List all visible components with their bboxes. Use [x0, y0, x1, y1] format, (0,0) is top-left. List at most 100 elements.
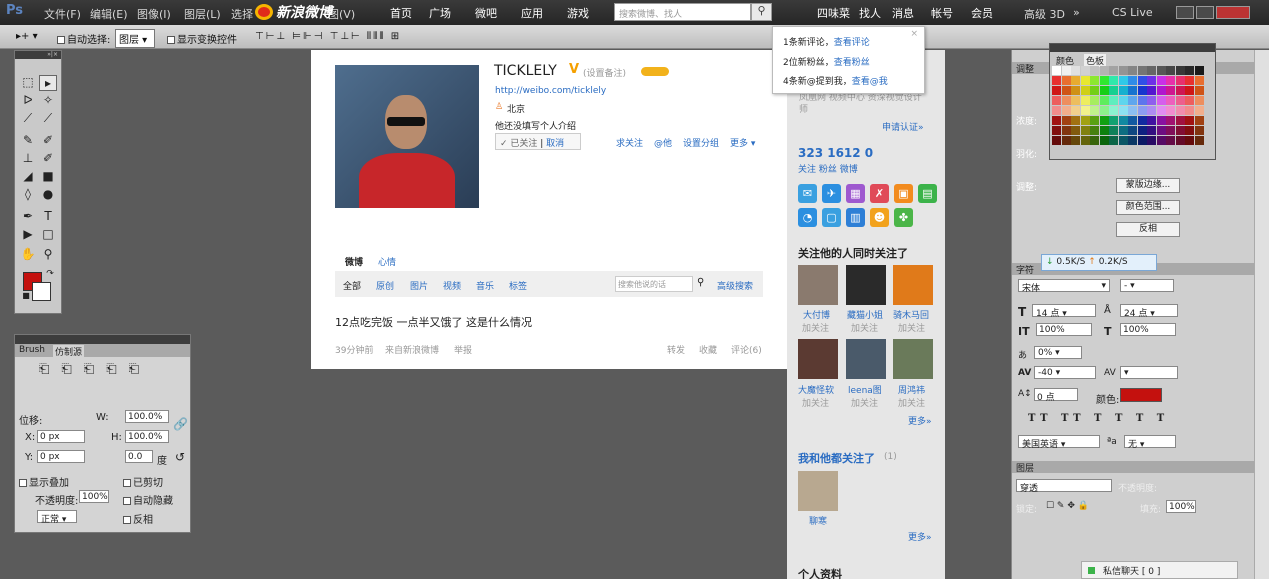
swatch-cell[interactable] — [1128, 76, 1137, 85]
post-source[interactable]: 来自新浪微博 — [385, 343, 439, 356]
swatch-cell[interactable] — [1137, 116, 1147, 125]
swatch-cell[interactable] — [1156, 106, 1166, 115]
swatch-cell[interactable] — [1185, 136, 1194, 145]
swatch-cell[interactable] — [1147, 116, 1156, 125]
autohide-checkbox[interactable]: 自动隐藏 — [123, 492, 173, 507]
profile-avatar[interactable] — [335, 65, 479, 208]
opacity-input[interactable]: 100% — [79, 490, 109, 503]
swatch-cell[interactable] — [1175, 76, 1185, 85]
user-avatar-5[interactable] — [846, 339, 886, 379]
user-avatar-2[interactable] — [846, 265, 886, 305]
brush-icon[interactable]: ✐ — [39, 133, 57, 149]
swatch-cell[interactable] — [1071, 86, 1080, 95]
dodge-icon[interactable]: ● — [39, 187, 57, 203]
menu-image[interactable]: 图像(I) — [137, 6, 171, 22]
swatch-cell[interactable] — [1128, 96, 1137, 105]
swatch-cell[interactable] — [1118, 86, 1128, 95]
view-comments-link[interactable]: 查看评论 — [834, 38, 870, 48]
swatch-cell[interactable] — [1061, 86, 1071, 95]
menu-select[interactable]: 选择 — [231, 6, 253, 22]
swatch-cell[interactable] — [1147, 66, 1156, 75]
tab-clone-source[interactable]: 仿制源 — [53, 345, 85, 358]
swatch-cell[interactable] — [1175, 66, 1185, 75]
swatch-cell[interactable] — [1137, 76, 1147, 85]
stamp-icon[interactable]: ⊥ — [19, 151, 37, 167]
swatch-grid[interactable] — [1052, 66, 1204, 146]
swatch-cell[interactable] — [1185, 106, 1194, 115]
swatch-cell[interactable] — [1090, 66, 1099, 75]
workspace-more[interactable]: » — [1073, 6, 1080, 19]
invert-button[interactable]: 反相 — [1116, 222, 1180, 237]
swatch-cell[interactable] — [1166, 106, 1175, 115]
swatch-cell[interactable] — [1166, 116, 1175, 125]
swatch-cell[interactable] — [1052, 126, 1061, 135]
transform-checkbox[interactable]: 显示变换控件 — [167, 31, 237, 46]
menu-view[interactable]: 图(V) — [328, 6, 355, 22]
path-select-icon[interactable]: ▶ — [19, 227, 37, 243]
horizontal-scale-input[interactable]: 100% — [1120, 323, 1176, 336]
swatch-cell[interactable] — [1128, 116, 1137, 125]
swatch-cell[interactable] — [1156, 126, 1166, 135]
swatch-cell[interactable] — [1109, 86, 1118, 95]
swatch-cell[interactable] — [1137, 136, 1147, 145]
swatch-cell[interactable] — [1090, 126, 1099, 135]
pen-icon[interactable]: ✒ — [19, 209, 37, 225]
h-input[interactable]: 100.0% — [125, 430, 169, 443]
swatch-cell[interactable] — [1185, 126, 1194, 135]
swatch-cell[interactable] — [1156, 76, 1166, 85]
move-icon[interactable]: ▸ — [39, 75, 57, 91]
swatch-cell[interactable] — [1166, 86, 1175, 95]
swatch-cell[interactable] — [1166, 136, 1175, 145]
swatch-cell[interactable] — [1071, 116, 1080, 125]
swatch-cell[interactable] — [1052, 66, 1061, 75]
close-notify-icon[interactable]: × — [910, 29, 918, 39]
swatch-cell[interactable] — [1080, 66, 1090, 75]
crop-icon[interactable]: ⟋ — [19, 111, 37, 127]
swatch-cell[interactable] — [1061, 106, 1071, 115]
y-input[interactable]: 0 px — [37, 450, 85, 463]
swatch-cell[interactable] — [1061, 96, 1071, 105]
w-input[interactable]: 100.0% — [125, 410, 169, 423]
minimize-icon[interactable] — [1176, 6, 1194, 19]
swatch-cell[interactable] — [1118, 106, 1128, 115]
swatch-cell[interactable] — [1118, 66, 1128, 75]
app-icon-8[interactable]: ▢ — [822, 208, 841, 227]
blur-icon[interactable]: ◊ — [19, 187, 37, 203]
swatch-cell[interactable] — [1080, 126, 1090, 135]
cslive-button[interactable]: CS Live — [1112, 6, 1153, 19]
nav-account[interactable]: 帐号 — [931, 5, 953, 21]
swatch-cell[interactable] — [1166, 126, 1175, 135]
more-link-1[interactable]: 更多» — [908, 414, 932, 427]
tab-weibo[interactable]: 微博 — [345, 255, 363, 268]
page-scrollbar[interactable] — [1254, 50, 1269, 579]
profile-url[interactable]: http://weibo.com/ticklely — [495, 86, 606, 96]
swatch-cell[interactable] — [1099, 76, 1109, 85]
report-link[interactable]: 举报 — [454, 343, 472, 356]
invert-checkbox[interactable]: 反相 — [123, 511, 153, 526]
swatch-cell[interactable] — [1175, 126, 1185, 135]
favorite-link[interactable]: 收藏 — [699, 343, 717, 356]
user-name-4[interactable]: 大魔怪软 — [798, 383, 834, 396]
app-icon-9[interactable]: ▥ — [846, 208, 865, 227]
swatch-cell[interactable] — [1118, 96, 1128, 105]
font-family-dropdown[interactable]: 宋体 ▾ — [1018, 279, 1110, 294]
follow-stats-labels[interactable]: 关注 粉丝 微博 — [798, 162, 858, 175]
app-icon-5[interactable]: ▣ — [894, 184, 913, 203]
tsume-input[interactable]: 0% ▾ — [1034, 346, 1082, 359]
swatch-cell[interactable] — [1185, 66, 1194, 75]
app-icon-7[interactable]: ◔ — [798, 208, 817, 227]
swatch-cell[interactable] — [1194, 86, 1204, 95]
swatch-cell[interactable] — [1090, 96, 1099, 105]
swatch-cell[interactable] — [1061, 136, 1071, 145]
swatch-cell[interactable] — [1099, 86, 1109, 95]
swatch-cell[interactable] — [1137, 126, 1147, 135]
app-icon-4[interactable]: ✗ — [870, 184, 889, 203]
view-fans-link[interactable]: 查看粉丝 — [834, 58, 870, 68]
swatch-cell[interactable] — [1080, 116, 1090, 125]
user-avatar-3[interactable] — [893, 265, 933, 305]
private-chat-bar[interactable]: 私信聊天 [ 0 ] — [1081, 561, 1238, 579]
clip-checkbox[interactable]: 已剪切 — [123, 474, 163, 489]
swatch-cell[interactable] — [1194, 66, 1204, 75]
swatch-cell[interactable] — [1147, 76, 1156, 85]
swatch-cell[interactable] — [1156, 136, 1166, 145]
